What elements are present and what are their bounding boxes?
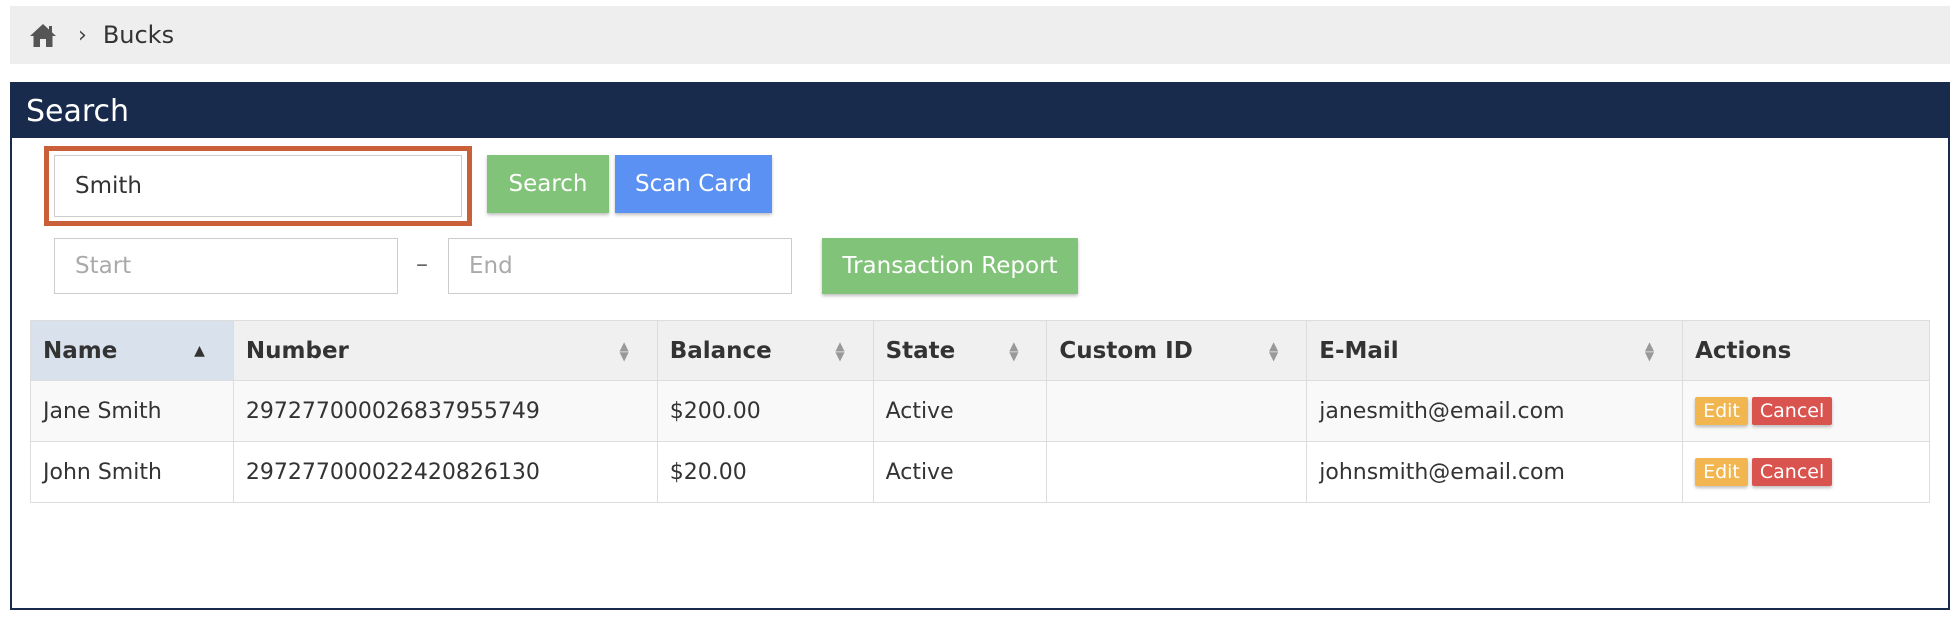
breadcrumb-separator: › <box>78 22 87 48</box>
breadcrumb-current: Bucks <box>102 21 175 49</box>
sort-ascending-icon: ▲ <box>194 342 205 359</box>
cell-actions: Edit Cancel <box>1682 380 1930 442</box>
sort-icon: ▲ ▼ <box>835 338 845 363</box>
home-icon[interactable] <box>28 20 58 50</box>
cell-email: johnsmith@email.com <box>1306 441 1684 503</box>
column-header-number[interactable]: Number ▲ ▼ <box>232 320 658 381</box>
panel-title: Search <box>12 84 1948 138</box>
column-header-balance[interactable]: Balance ▲ ▼ <box>656 320 874 381</box>
cancel-button[interactable]: Cancel <box>1751 397 1833 425</box>
transaction-report-button[interactable]: Transaction Report <box>822 238 1078 294</box>
cell-balance: $200.00 <box>656 380 874 442</box>
column-header-label: E-Mail <box>1319 337 1399 364</box>
column-header-email[interactable]: E-Mail ▲ ▼ <box>1306 320 1684 381</box>
search-button[interactable]: Search <box>487 155 609 213</box>
sort-icon: ▲ ▼ <box>1644 338 1655 363</box>
sort-icon: ▲ ▼ <box>619 338 629 363</box>
column-header-label: Number <box>245 337 349 364</box>
sort-icon: ▲ ▼ <box>1269 338 1279 363</box>
column-header-actions: Actions <box>1682 320 1930 381</box>
search-input[interactable] <box>54 155 462 217</box>
column-header-label: State <box>885 337 956 364</box>
column-header-name[interactable]: Name ▲ <box>30 320 234 381</box>
cell-actions: Edit Cancel <box>1682 441 1930 503</box>
cell-name: Jane Smith <box>30 380 234 442</box>
breadcrumb: › Bucks <box>10 6 1950 64</box>
cell-email: janesmith@email.com <box>1306 380 1684 442</box>
edit-button[interactable]: Edit <box>1695 397 1748 425</box>
cell-custom-id <box>1046 380 1308 442</box>
column-header-custom-id[interactable]: Custom ID ▲ ▼ <box>1046 320 1308 381</box>
scan-card-button[interactable]: Scan Card <box>615 155 772 213</box>
cell-state: Active <box>872 380 1048 442</box>
edit-button[interactable]: Edit <box>1695 458 1748 486</box>
table-header-row: Name ▲ Number ▲ ▼ Balance ▲ ▼ State ▲ ▼ Cus… <box>30 320 1930 381</box>
cell-number: 297277000022420826130 <box>232 441 658 503</box>
search-panel: Search Search Scan Card – Transaction Re… <box>10 82 1950 610</box>
table-row[interactable]: John Smith 297277000022420826130 $20.00 … <box>30 441 1930 503</box>
sort-icon: ▲ ▼ <box>1009 338 1019 363</box>
start-date-input[interactable] <box>54 238 398 294</box>
column-header-label: Actions <box>1695 337 1792 364</box>
cell-name: John Smith <box>30 441 234 503</box>
column-header-label: Custom ID <box>1059 337 1193 364</box>
end-date-input[interactable] <box>448 238 792 294</box>
column-header-label: Name <box>43 337 118 364</box>
date-range-separator: – <box>416 250 428 278</box>
cell-number: 297277000026837955749 <box>232 380 658 442</box>
cancel-button[interactable]: Cancel <box>1751 458 1833 486</box>
cell-state: Active <box>872 441 1048 503</box>
results-table: Name ▲ Number ▲ ▼ Balance ▲ ▼ State ▲ ▼ Cus… <box>30 320 1930 503</box>
column-header-label: Balance <box>669 337 772 364</box>
cell-balance: $20.00 <box>656 441 874 503</box>
cell-custom-id <box>1046 441 1308 503</box>
column-header-state[interactable]: State ▲ ▼ <box>872 320 1048 381</box>
table-row[interactable]: Jane Smith 297277000026837955749 $200.00… <box>30 380 1930 442</box>
